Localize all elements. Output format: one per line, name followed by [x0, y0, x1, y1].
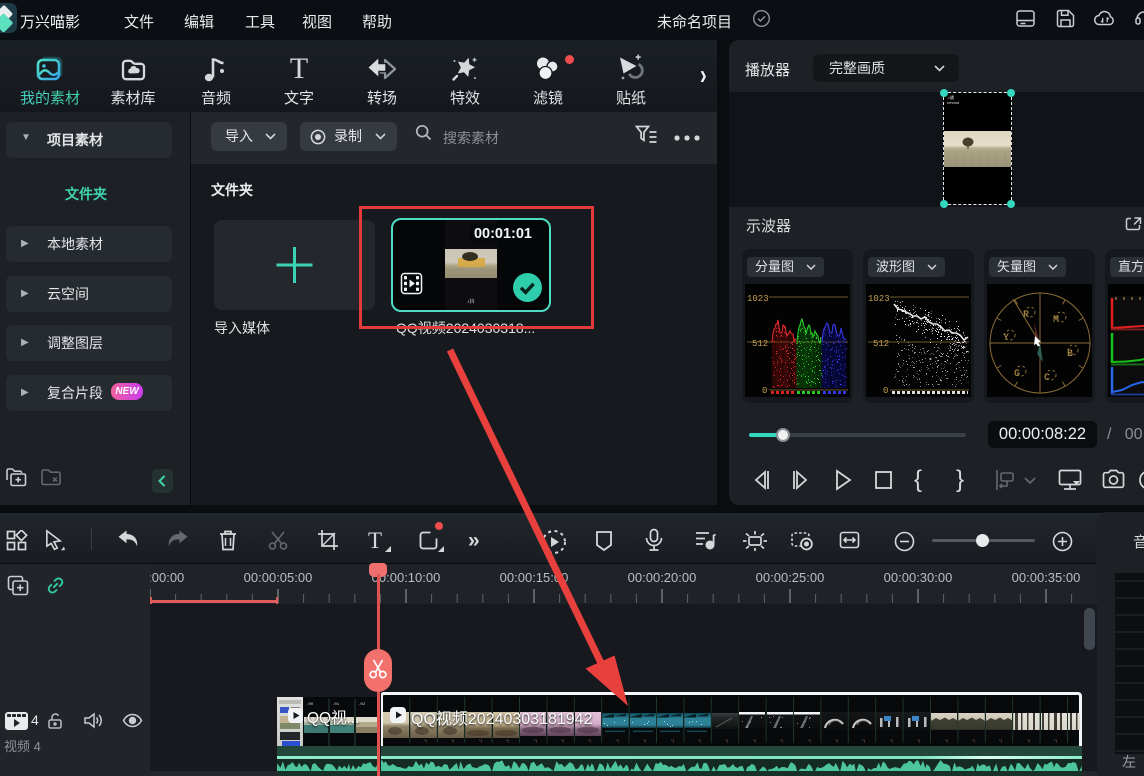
svg-text:512: 512: [873, 339, 889, 349]
svg-text:1023: 1023: [868, 294, 890, 304]
svg-text:1023: 1023: [747, 294, 769, 304]
svg-text:0: 0: [883, 386, 888, 396]
svg-text:512: 512: [752, 339, 768, 349]
svg-text:0: 0: [762, 386, 767, 396]
